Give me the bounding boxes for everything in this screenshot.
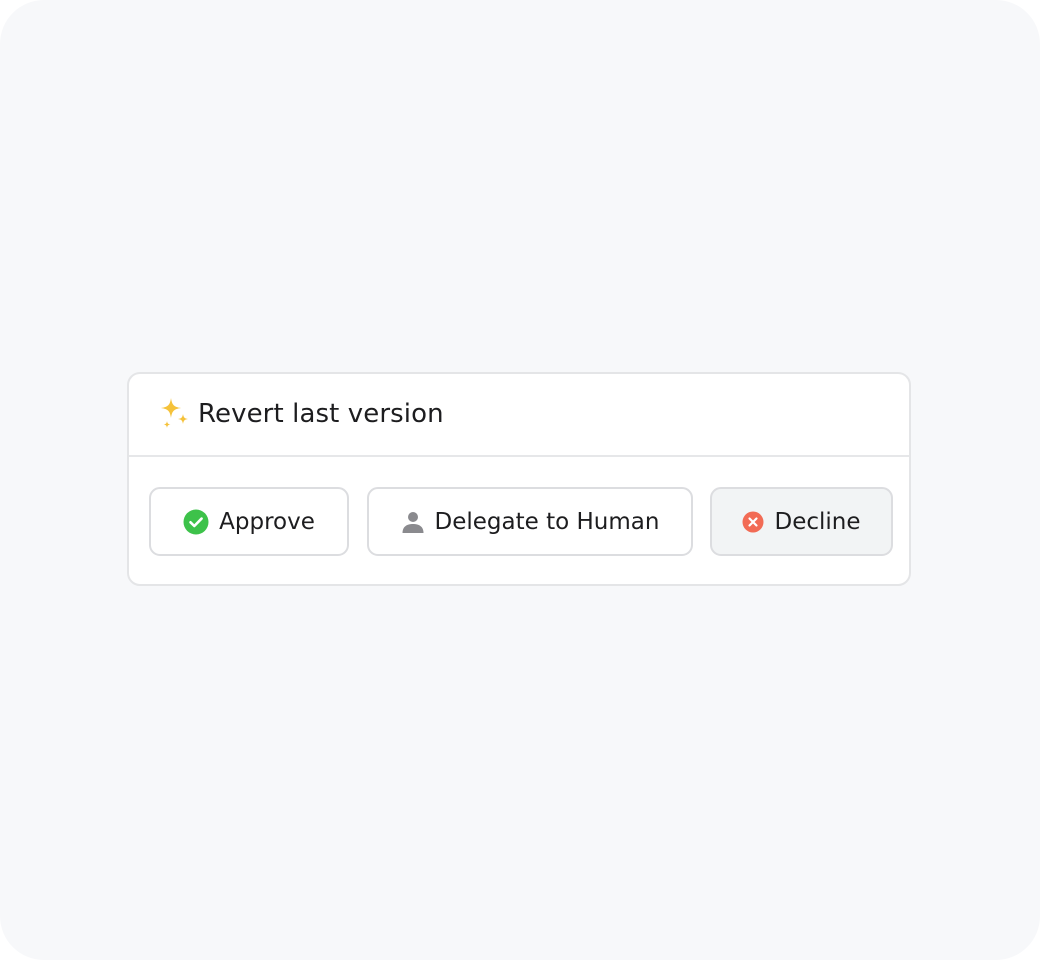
check-circle-icon	[183, 509, 209, 535]
delegate-label: Delegate to Human	[434, 508, 660, 535]
page-background: Revert last version Approve Delegate to …	[0, 0, 1040, 960]
approve-button[interactable]: Approve	[149, 487, 349, 556]
delegate-to-human-button[interactable]: Delegate to Human	[367, 487, 693, 556]
decline-label: Decline	[774, 508, 861, 535]
approve-label: Approve	[219, 508, 315, 535]
card-title: Revert last version	[198, 399, 444, 429]
decline-button[interactable]: Decline	[710, 487, 893, 556]
action-card: Revert last version Approve Delegate to …	[127, 372, 911, 586]
x-circle-icon	[742, 511, 764, 533]
person-icon	[401, 510, 425, 534]
card-header: Revert last version	[129, 374, 909, 457]
sparkles-icon	[160, 397, 190, 431]
